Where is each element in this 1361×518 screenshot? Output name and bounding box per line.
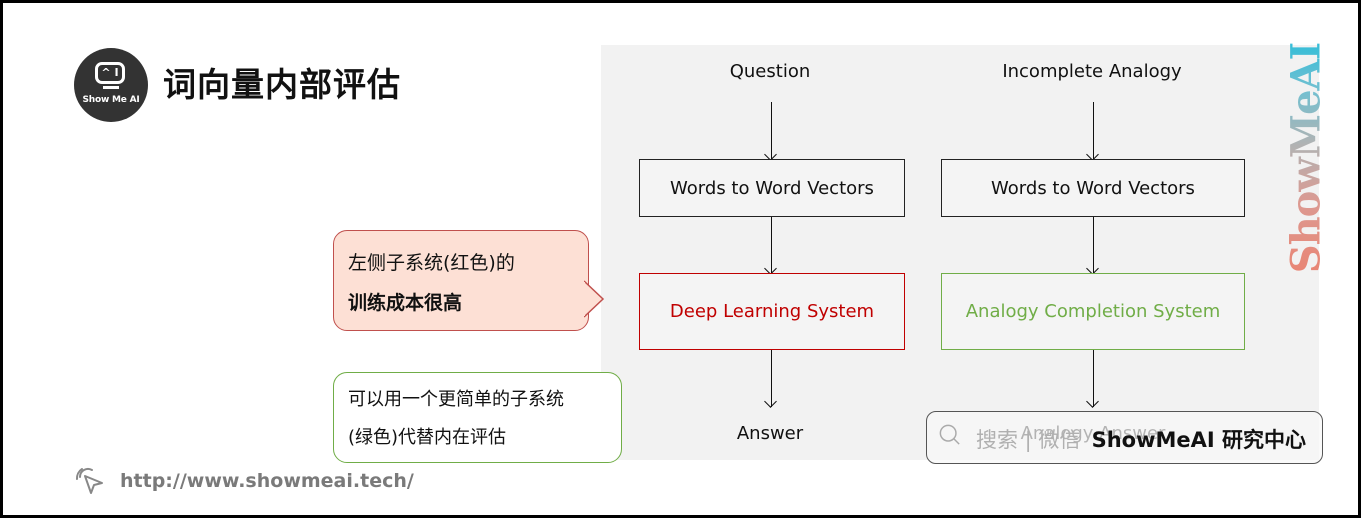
logo-brand-text: Show Me AI [82, 95, 140, 105]
left-words-to-vectors-box: Words to Word Vectors [639, 159, 905, 217]
monitor-icon: ^ I [95, 62, 125, 84]
question-label: Question [729, 61, 811, 82]
cursor-click-icon [75, 467, 103, 494]
left-words-to-vectors-label: Words to Word Vectors [670, 177, 874, 199]
monitor-stand-icon [103, 86, 119, 89]
arrow-question-to-vectors [771, 102, 772, 160]
green-callout-line1: 可以用一个更简单的子系统 [348, 389, 564, 410]
search-placeholder: 搜索 | 微信 [976, 428, 1081, 452]
showmeai-logo: ^ I Show Me AI [74, 48, 148, 122]
red-callout-line2: 训练成本很高 [348, 292, 463, 314]
search-bar[interactable]: 搜索 | 微信 ShowMeAI 研究中心 [926, 411, 1323, 464]
green-callout-line2: (绿色)代替内在评估 [348, 427, 507, 448]
deep-learning-system-box: Deep Learning System [639, 273, 905, 350]
answer-label: Answer [736, 423, 804, 444]
watermark-text: ShowMeAI [1282, 42, 1330, 273]
logo-screen-text: ^ I [101, 66, 119, 79]
arrow-vectors-to-deep-learning [771, 217, 772, 274]
showmeai-watermark: ShowMeAI [1283, 40, 1330, 275]
green-callout: 可以用一个更简单的子系统 (绿色)代替内在评估 [333, 372, 622, 463]
deep-learning-system-label: Deep Learning System [669, 301, 875, 322]
diagram-panel [601, 45, 1319, 460]
incomplete-analogy-label: Incomplete Analogy [1002, 61, 1182, 82]
callout-pointer-icon [584, 280, 605, 318]
page-title: 词向量内部评估 [163, 65, 401, 104]
search-brand-text: ShowMeAI 研究中心 [1091, 428, 1306, 452]
analogy-completion-system-label: Analogy Completion System [965, 301, 1221, 322]
analogy-completion-system-box: Analogy Completion System [941, 273, 1245, 350]
arrow-vectors-to-analogy-system [1093, 217, 1094, 274]
arrow-deep-learning-to-answer [771, 350, 772, 407]
red-callout: 左侧子系统(红色)的 训练成本很高 [333, 230, 605, 331]
search-icon [939, 424, 960, 445]
footer: http://www.showmeai.tech/ [74, 465, 414, 497]
website-link[interactable]: http://www.showmeai.tech/ [120, 470, 414, 492]
right-words-to-vectors-box: Words to Word Vectors [941, 159, 1245, 217]
right-words-to-vectors-label: Words to Word Vectors [991, 177, 1195, 199]
red-callout-line1: 左侧子系统(红色)的 [348, 252, 515, 274]
arrow-analogy-system-to-answer [1093, 350, 1094, 407]
arrow-analogy-to-vectors [1093, 102, 1094, 160]
